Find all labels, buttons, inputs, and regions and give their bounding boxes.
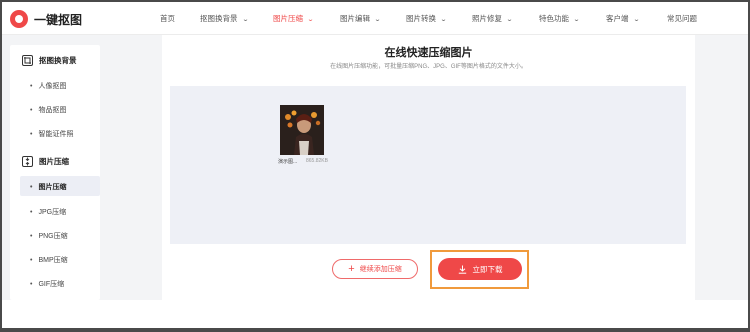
sidebar-item-image-compress[interactable]: 图片压缩 xyxy=(20,176,100,196)
brand-name: 一键抠图 xyxy=(34,12,83,27)
main-panel: 在线快速压缩图片 在线图片压缩功能，可批量压缩PNG、JPG、GIF等图片格式的… xyxy=(162,35,695,300)
add-more-button[interactable]: + 继续添加压缩 xyxy=(332,259,418,279)
nav-faq[interactable]: 常见问题 xyxy=(667,13,697,24)
sidebar: 抠图换背景 人像抠图 物品抠图 智能证件照 图片压缩 图片压缩 JPG压缩 PN… xyxy=(10,45,100,300)
nav-image-edit[interactable]: 图片编辑 ⌄ xyxy=(340,13,382,24)
chevron-down-icon: ⌄ xyxy=(632,17,640,23)
sidebar-section-cutout[interactable]: 抠图换背景 xyxy=(22,55,77,66)
chevron-down-icon: ⌄ xyxy=(505,17,514,23)
nav-image-compress[interactable]: 图片压缩 ⌄ xyxy=(273,13,315,24)
sidebar-item-png-compress[interactable]: PNG压缩 xyxy=(30,231,67,241)
chevron-down-icon: ⌄ xyxy=(373,17,382,23)
file-thumbnail[interactable] xyxy=(280,105,324,155)
file-size: 865.82KB xyxy=(306,158,328,164)
download-button[interactable]: 立即下载 xyxy=(438,258,522,280)
app-window: 一键抠图 首页 抠图换背景 ⌄ 图片压缩 ⌄ 图片编辑 ⌄ 图片转换 ⌄ 照片修复 ⌄ 特… xyxy=(2,2,748,328)
nav-home[interactable]: 首页 xyxy=(160,13,175,24)
chevron-down-icon: ⌄ xyxy=(241,17,249,23)
nav-photo-repair[interactable]: 照片修复 ⌄ xyxy=(472,13,514,24)
nav-cutout-background[interactable]: 抠图换背景 ⌄ xyxy=(200,13,249,24)
logo-icon xyxy=(10,10,28,28)
nav-features[interactable]: 特色功能 ⌄ xyxy=(539,13,581,24)
sidebar-item-object-cutout[interactable]: 物品抠图 xyxy=(30,105,66,115)
brand-logo[interactable]: 一键抠图 xyxy=(10,10,82,28)
nav-client[interactable]: 客户端 ⌄ xyxy=(606,13,640,24)
sidebar-item-bmp-compress[interactable]: BMP压缩 xyxy=(30,255,67,265)
plus-icon: + xyxy=(348,262,355,275)
download-icon xyxy=(458,265,466,274)
sidebar-item-jpg-compress[interactable]: JPG压缩 xyxy=(30,207,66,217)
compress-icon xyxy=(22,156,33,167)
page-title: 在线快速压缩图片 xyxy=(384,47,473,59)
file-name: 演示图... xyxy=(278,159,298,165)
nav-image-convert[interactable]: 图片转换 ⌄ xyxy=(406,13,448,24)
chevron-down-icon: ⌄ xyxy=(572,17,581,23)
sidebar-item-gif-compress[interactable]: GIF压缩 xyxy=(30,279,64,289)
chevron-down-icon: ⌄ xyxy=(306,17,315,23)
bottom-bar xyxy=(2,300,748,328)
top-nav: 一键抠图 首页 抠图换背景 ⌄ 图片压缩 ⌄ 图片编辑 ⌄ 图片转换 ⌄ 照片修复 ⌄ 特… xyxy=(2,2,748,35)
crop-icon xyxy=(22,55,33,66)
upload-area[interactable] xyxy=(170,86,686,244)
chevron-down-icon: ⌄ xyxy=(439,17,448,23)
sidebar-item-id-photo[interactable]: 智能证件照 xyxy=(30,129,73,139)
sidebar-item-portrait-cutout[interactable]: 人像抠图 xyxy=(30,81,66,91)
sidebar-section-compress[interactable]: 图片压缩 xyxy=(22,156,69,167)
page-subtitle: 在线图片压缩功能，可批量压缩PNG、JPG、GIF等图片格式的文件大小。 xyxy=(330,64,527,70)
